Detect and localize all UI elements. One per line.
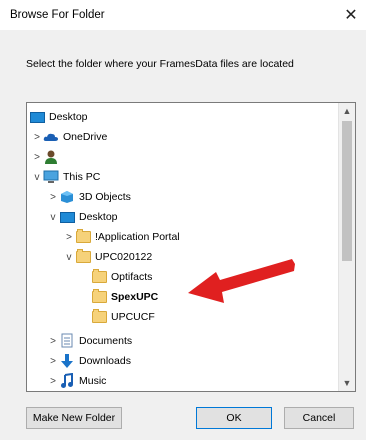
tree-item-desktop-root[interactable]: Desktop bbox=[27, 107, 337, 127]
chevron-down-icon[interactable]: v bbox=[47, 209, 59, 225]
user-icon bbox=[43, 150, 59, 164]
scroll-down-arrow-icon[interactable]: ▼ bbox=[339, 375, 355, 391]
chevron-down-icon[interactable]: v bbox=[31, 169, 43, 185]
chevron-right-icon[interactable]: > bbox=[47, 353, 59, 369]
music-icon bbox=[59, 373, 75, 388]
scroll-thumb[interactable] bbox=[342, 121, 352, 261]
folder-icon bbox=[91, 269, 107, 284]
folder-icon bbox=[91, 289, 107, 304]
tree-item-3d-objects[interactable]: > 3D Objects bbox=[47, 187, 337, 207]
tree-item-label: This PC bbox=[63, 171, 101, 183]
scroll-up-arrow-icon[interactable]: ▲ bbox=[339, 103, 355, 119]
tree-item-label: Desktop bbox=[79, 211, 118, 223]
tree-item-desktop[interactable]: v Desktop bbox=[47, 207, 337, 227]
expander-blank bbox=[79, 289, 91, 305]
red-arrow-annotation bbox=[188, 259, 295, 303]
chevron-down-icon[interactable]: v bbox=[63, 249, 75, 265]
tree-item-documents[interactable]: > Documents bbox=[47, 331, 337, 351]
tree-item-label: Desktop bbox=[49, 111, 88, 123]
desktop-icon bbox=[29, 110, 45, 124]
documents-icon bbox=[59, 333, 75, 348]
folder-tree[interactable]: Desktop > OneDrive > v This PC > 3D Obje… bbox=[26, 102, 356, 392]
cloud-icon bbox=[43, 130, 59, 144]
tree-item-music[interactable]: > Music bbox=[47, 371, 337, 391]
folder-icon bbox=[91, 309, 107, 324]
chevron-right-icon[interactable]: > bbox=[47, 333, 59, 349]
vertical-scrollbar[interactable]: ▲ ▼ bbox=[338, 103, 355, 391]
browse-for-folder-dialog: Browse For Folder ✕ Select the folder wh… bbox=[0, 0, 366, 440]
chevron-right-icon[interactable]: > bbox=[31, 149, 43, 165]
chevron-right-icon[interactable]: > bbox=[47, 373, 59, 389]
tree-item-label: Optifacts bbox=[111, 271, 153, 283]
tree-item-application-portal[interactable]: > !Application Portal bbox=[63, 227, 337, 247]
tree-item-label: Downloads bbox=[79, 355, 131, 367]
3d-objects-icon bbox=[59, 190, 75, 204]
tree-item-label: !Application Portal bbox=[95, 231, 180, 243]
chevron-right-icon[interactable]: > bbox=[63, 229, 75, 245]
desktop-icon bbox=[59, 210, 75, 224]
expander-blank bbox=[79, 269, 91, 285]
make-new-folder-button[interactable]: Make New Folder bbox=[26, 407, 122, 429]
chevron-right-icon[interactable]: > bbox=[47, 189, 59, 205]
cancel-button[interactable]: Cancel bbox=[284, 407, 354, 429]
tree-item-onedrive[interactable]: > OneDrive bbox=[31, 127, 337, 147]
close-button[interactable]: ✕ bbox=[336, 0, 366, 30]
tree-item-label: UPCUCF bbox=[111, 311, 155, 323]
tree-item-label: Documents bbox=[79, 335, 133, 347]
tree-item-label: OneDrive bbox=[63, 131, 108, 143]
pc-icon bbox=[43, 170, 59, 184]
tree-item-downloads[interactable]: > Downloads bbox=[47, 351, 337, 371]
folder-icon bbox=[75, 229, 91, 244]
tree-item-label: Music bbox=[79, 375, 107, 387]
tree-item-upcucf[interactable]: UPCUCF bbox=[79, 307, 337, 327]
expander-blank bbox=[79, 309, 91, 325]
tree-item-this-pc[interactable]: v This PC bbox=[31, 167, 337, 187]
tree-item-label: 3D Objects bbox=[79, 191, 131, 203]
tree-item-label: SpexUPC bbox=[111, 291, 159, 303]
download-icon bbox=[59, 354, 75, 368]
close-icon: ✕ bbox=[344, 7, 358, 24]
chevron-right-icon[interactable]: > bbox=[31, 129, 43, 145]
tree-item-user[interactable]: > bbox=[31, 147, 337, 167]
title-bar: Browse For Folder ✕ bbox=[0, 0, 366, 30]
dialog-title: Browse For Folder bbox=[10, 9, 105, 21]
tree-item-label: UPC020122 bbox=[95, 251, 153, 263]
folder-icon bbox=[75, 249, 91, 264]
dialog-description: Select the folder where your FramesData … bbox=[26, 58, 294, 70]
ok-button[interactable]: OK bbox=[196, 407, 272, 429]
